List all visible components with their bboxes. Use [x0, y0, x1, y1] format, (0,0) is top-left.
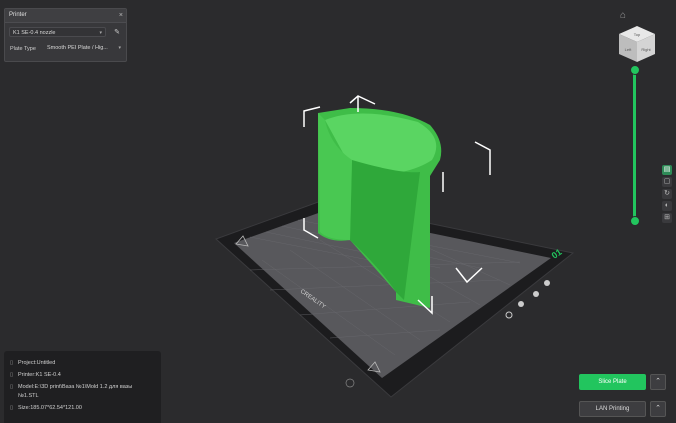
ruler-icon: ▯ — [10, 405, 14, 411]
settings-icon — [505, 311, 513, 319]
slice-options-chevron-icon[interactable]: ⌃ — [650, 374, 666, 390]
printer-name: Printer:K1 SE-0.4 — [18, 372, 61, 378]
view-cube-right-label: Right — [641, 47, 651, 52]
grid-icon[interactable]: ⊞ — [662, 213, 672, 223]
edit-icon[interactable]: ✎ — [114, 28, 120, 36]
arrange-icon — [533, 291, 539, 297]
plate-type-select[interactable]: Smooth PEI Plate / Hig... ▾ — [44, 43, 124, 53]
lan-printing-button[interactable]: LAN Printing — [579, 401, 646, 417]
model-size: Size:185.07*62.54*121.00 — [18, 405, 82, 411]
object-icon[interactable]: ▢ — [662, 177, 672, 187]
chevron-down-icon: ▾ — [99, 30, 102, 36]
fingerprint-icon — [345, 378, 355, 388]
layers-icon[interactable]: ▤ — [662, 165, 672, 175]
layer-slider-top-handle[interactable] — [630, 65, 640, 75]
orient-icon — [544, 280, 550, 286]
model-info: ▯ Model:E:\3D print\Ваза №1\Mold 1.2 для … — [10, 384, 132, 390]
chevron-down-icon: ▾ — [118, 45, 121, 51]
print-options-chevron-icon[interactable]: ⌃ — [650, 401, 666, 417]
lock-icon — [518, 301, 524, 307]
printer-icon: ▯ — [10, 372, 14, 378]
view-cube-left-label: Left — [625, 47, 633, 52]
file-icon: ▯ — [10, 360, 14, 366]
layer-slider-bottom-handle[interactable] — [630, 216, 640, 226]
rotate-icon[interactable]: ↻ — [662, 189, 672, 199]
layer-slider-track[interactable] — [633, 69, 636, 221]
plate-type-label: Plate Type — [10, 46, 36, 52]
side-toolbar: ▤ ▢ ↻ ◐ ⊞ — [662, 165, 674, 225]
printer-panel-header: Printer × — [5, 9, 126, 23]
model-icon: ▯ — [10, 384, 14, 390]
size-info: ▯ Size:185.07*62.54*121.00 — [10, 405, 82, 411]
view-cube[interactable]: Top Left Right — [615, 22, 659, 66]
project-name: Project:Untitled — [18, 360, 56, 366]
view-cube-top-label: Top — [634, 32, 641, 37]
printer-panel: Printer × K1 SE-0.4 nozzle ▾ ✎ Plate Typ… — [4, 8, 127, 62]
plate-type-value: Smooth PEI Plate / Hig... — [47, 45, 108, 51]
paint-icon[interactable]: ◐ — [662, 201, 672, 211]
close-icon[interactable]: × — [119, 9, 123, 22]
project-info: ▯ Project:Untitled — [10, 360, 55, 366]
model-path-line2: №1.STL — [18, 393, 39, 399]
slice-plate-button[interactable]: Slice Plate — [579, 374, 646, 390]
model-path-line1: Model:E:\3D print\Ваза №1\Mold 1.2 для в… — [18, 384, 133, 390]
home-icon[interactable]: ⌂ — [620, 10, 626, 21]
nozzle-select-value: K1 SE-0.4 nozzle — [13, 30, 56, 36]
nozzle-select[interactable]: K1 SE-0.4 nozzle ▾ — [9, 27, 106, 37]
project-info-panel: ▯ Project:Untitled ▯ Printer:K1 SE-0.4 ▯ Mo… — [4, 351, 161, 423]
printer-info: ▯ Printer:K1 SE-0.4 — [10, 372, 61, 378]
printer-panel-title: Printer — [9, 12, 27, 18]
